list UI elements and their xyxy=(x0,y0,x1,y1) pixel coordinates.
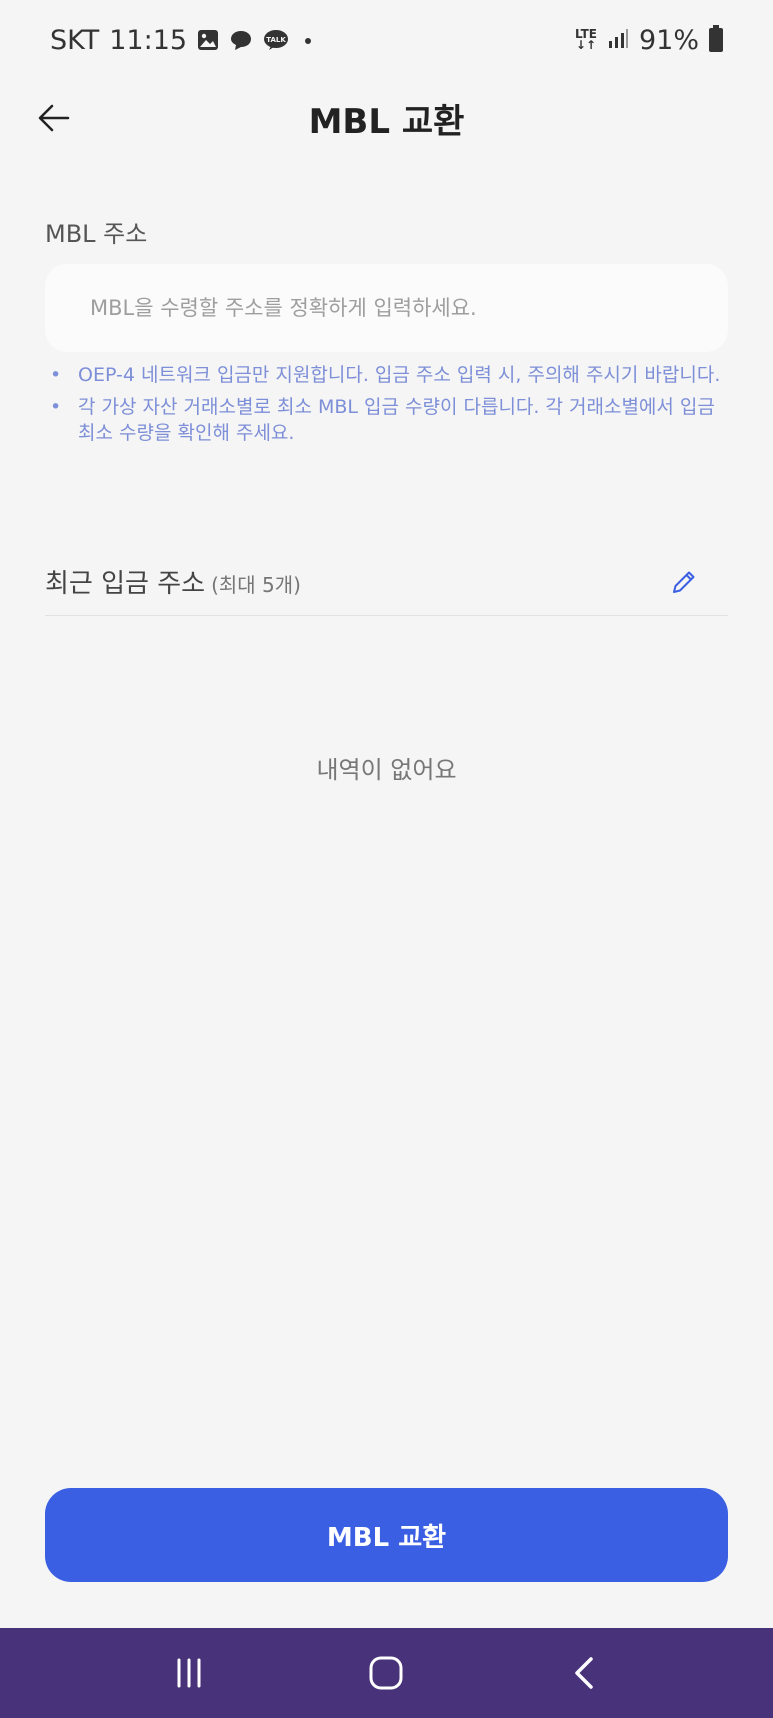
home-icon xyxy=(369,1656,403,1690)
empty-state-text: 내역이 없어요 xyxy=(316,756,457,784)
network-label: LTE xyxy=(574,27,597,41)
signal-icon xyxy=(607,25,629,56)
gallery-icon xyxy=(197,29,219,51)
lte-icon: LTE ↓↑ xyxy=(574,27,597,52)
kakaotalk-icon: TALK xyxy=(263,29,289,51)
back-icon xyxy=(575,1657,593,1689)
edit-button[interactable] xyxy=(662,560,706,604)
home-button[interactable] xyxy=(356,1643,416,1703)
recent-apps-icon xyxy=(177,1658,201,1688)
clock-time: 11:15 xyxy=(109,24,188,56)
carrier-label: SKT xyxy=(50,24,100,56)
notice-list: OEP-4 네트워크 입금만 지원합니다. 입금 주소 입력 시, 주의해 주시… xyxy=(48,362,728,452)
battery-percent: 91% xyxy=(638,24,699,56)
notice-item: OEP-4 네트워크 입금만 지원합니다. 입금 주소 입력 시, 주의해 주시… xyxy=(48,362,728,388)
address-input[interactable] xyxy=(45,264,728,352)
svg-text:TALK: TALK xyxy=(266,36,286,44)
chat-bubble-icon xyxy=(229,29,253,51)
battery-icon xyxy=(709,25,723,52)
recent-title: 최근 입금 주소 xyxy=(45,569,206,599)
pencil-icon xyxy=(673,571,695,593)
notice-item: 각 가상 자산 거래소별로 최소 MBL 입금 수량이 다릅니다. 각 거래소별… xyxy=(48,394,728,446)
page-title: MBL 교환 xyxy=(308,101,465,142)
recent-addresses-header: 최근 입금 주소 (최대 5개) xyxy=(45,548,728,616)
nav-back-button[interactable] xyxy=(554,1643,614,1703)
status-bar: SKT 11:15 TALK LTE ↓↑ 91% xyxy=(0,0,773,80)
arrow-left-icon xyxy=(38,104,70,132)
system-nav-bar xyxy=(0,1628,773,1718)
recent-apps-button[interactable] xyxy=(159,1643,219,1703)
status-right: LTE ↓↑ 91% xyxy=(575,25,723,56)
mbl-exchange-button[interactable]: MBL 교환 xyxy=(45,1488,728,1582)
recent-subtitle: (최대 5개) xyxy=(211,573,301,597)
back-button[interactable] xyxy=(30,94,78,142)
address-label: MBL 주소 xyxy=(45,220,148,248)
dot-icon xyxy=(299,29,317,51)
app-header: MBL 교환 xyxy=(0,80,773,156)
status-left: SKT 11:15 TALK xyxy=(50,25,317,56)
recent-title-group: 최근 입금 주소 (최대 5개) xyxy=(45,563,301,600)
